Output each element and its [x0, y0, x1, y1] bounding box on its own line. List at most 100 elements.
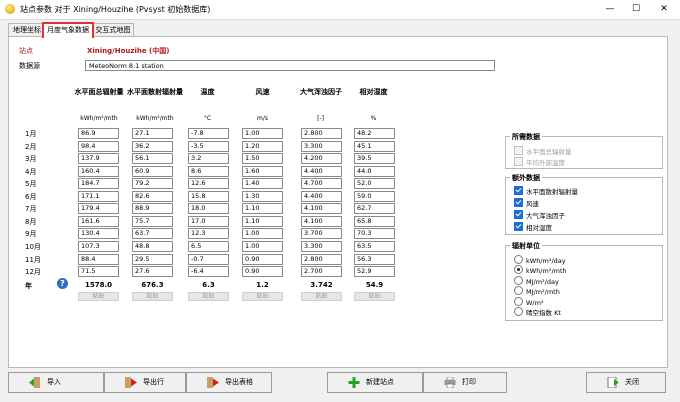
extra-humidity-checkbox[interactable]: 相对湿度	[514, 222, 552, 232]
paste-button[interactable]: 粘贴	[301, 292, 342, 301]
cell-diffuse[interactable]: 29.5	[132, 253, 173, 265]
cell-turbidity[interactable]: 4.100	[301, 215, 342, 227]
tab-interactive-map[interactable]: 交互式地图	[92, 23, 134, 36]
cell-global[interactable]: 98.4	[78, 140, 119, 152]
cell-global[interactable]: 88.4	[78, 253, 119, 265]
cell-humidity[interactable]: 44.0	[354, 165, 395, 177]
cell-humidity[interactable]: 45.1	[354, 140, 395, 152]
export-row-button[interactable]: 导出行	[104, 372, 186, 393]
help-icon[interactable]: ?	[57, 278, 68, 289]
maximize-button[interactable]: ☐	[622, 2, 650, 17]
cell-wind[interactable]: 1.30	[242, 190, 283, 202]
cell-diffuse[interactable]: 79.2	[132, 178, 173, 190]
cell-diffuse[interactable]: 75.7	[132, 215, 173, 227]
cell-diffuse[interactable]: 27.1	[132, 128, 173, 139]
cell-turbidity[interactable]: 2.800	[301, 253, 342, 265]
cell-temp[interactable]: 18.0	[188, 203, 229, 215]
cell-humidity[interactable]: 48.2	[354, 128, 395, 139]
cell-wind[interactable]: 1.10	[242, 203, 283, 215]
unit-option-mj-day[interactable]: MJ/m²/day	[514, 276, 559, 286]
cell-wind[interactable]: 1.50	[242, 153, 283, 165]
cell-wind[interactable]: 1.60	[242, 165, 283, 177]
cell-humidity[interactable]: 52.0	[354, 178, 395, 190]
cell-wind[interactable]: 1.20	[242, 140, 283, 152]
cell-temp[interactable]: 12.6	[188, 178, 229, 190]
cell-turbidity[interactable]: 4.400	[301, 190, 342, 202]
cell-turbidity[interactable]: 2.800	[301, 128, 342, 139]
cell-global[interactable]: 171.1	[78, 190, 119, 202]
cell-global[interactable]: 160.4	[78, 165, 119, 177]
data-source-field[interactable]: MeteoNorm 8.1 station	[85, 60, 495, 71]
cell-global[interactable]: 107.3	[78, 240, 119, 252]
cell-global[interactable]: 130.4	[78, 228, 119, 240]
cell-diffuse[interactable]: 27.6	[132, 266, 173, 278]
cell-temp[interactable]: 12.3	[188, 228, 229, 240]
cell-temp[interactable]: -0.7	[188, 253, 229, 265]
cell-humidity[interactable]: 39.5	[354, 153, 395, 165]
extra-diffuse-checkbox[interactable]: 水平面散射辐射量	[514, 186, 578, 196]
unit-option-kwh-day[interactable]: kWh/m²/day	[514, 255, 566, 265]
cell-humidity[interactable]: 52.9	[354, 266, 395, 278]
extra-turbidity-checkbox[interactable]: 大气浑浊因子	[514, 210, 565, 220]
cell-global[interactable]: 184.7	[78, 178, 119, 190]
cell-turbidity[interactable]: 2.700	[301, 266, 342, 278]
cell-diffuse[interactable]: 48.8	[132, 240, 173, 252]
close-button[interactable]: 关闭	[586, 372, 666, 393]
cell-wind[interactable]: 1.00	[242, 128, 283, 139]
paste-button[interactable]: 粘贴	[188, 292, 229, 301]
cell-temp[interactable]: -3.5	[188, 140, 229, 152]
paste-button[interactable]: 粘贴	[242, 292, 283, 301]
cell-turbidity[interactable]: 3.300	[301, 240, 342, 252]
cell-diffuse[interactable]: 82.6	[132, 190, 173, 202]
cell-diffuse[interactable]: 88.9	[132, 203, 173, 215]
tab-monthly-meteo[interactable]: 月度气象数据	[42, 22, 94, 38]
unit-option-mj-mth[interactable]: MJ/m²/mth	[514, 286, 560, 296]
cell-diffuse[interactable]: 36.2	[132, 140, 173, 152]
paste-button[interactable]: 粘贴	[354, 292, 395, 301]
cell-turbidity[interactable]: 4.100	[301, 203, 342, 215]
cell-global[interactable]: 161.6	[78, 215, 119, 227]
minimize-button[interactable]: —	[596, 2, 624, 17]
paste-button[interactable]: 粘贴	[132, 292, 173, 301]
unit-option-kwh-mth[interactable]: kWh/m²/mth	[514, 265, 567, 275]
cell-diffuse[interactable]: 63.7	[132, 228, 173, 240]
cell-turbidity[interactable]: 3.300	[301, 140, 342, 152]
cell-temp[interactable]: -7.8	[188, 128, 229, 139]
extra-wind-checkbox[interactable]: 风速	[514, 198, 539, 208]
cell-global[interactable]: 71.5	[78, 266, 119, 278]
export-table-button[interactable]: 导出表格	[186, 372, 272, 393]
cell-global[interactable]: 86.9	[78, 128, 119, 139]
cell-turbidity[interactable]: 4.700	[301, 178, 342, 190]
cell-turbidity[interactable]: 4.400	[301, 165, 342, 177]
cell-global[interactable]: 137.9	[78, 153, 119, 165]
cell-wind[interactable]: 1.40	[242, 178, 283, 190]
cell-humidity[interactable]: 62.7	[354, 203, 395, 215]
cell-global[interactable]: 179.4	[78, 203, 119, 215]
cell-turbidity[interactable]: 4.200	[301, 153, 342, 165]
paste-button[interactable]: 粘贴	[78, 292, 119, 301]
unit-option-w-m2[interactable]: W/m²	[514, 297, 544, 307]
cell-humidity[interactable]: 63.5	[354, 240, 395, 252]
cell-wind[interactable]: 1.00	[242, 228, 283, 240]
cell-humidity[interactable]: 65.8	[354, 215, 395, 227]
import-button[interactable]: 导入	[8, 372, 104, 393]
cell-temp[interactable]: 17.0	[188, 215, 229, 227]
cell-turbidity[interactable]: 3.700	[301, 228, 342, 240]
cell-humidity[interactable]: 59.0	[354, 190, 395, 202]
tab-geo-coordinates[interactable]: 地理坐标	[8, 23, 46, 36]
unit-option-kt[interactable]: 晴空指数 Kt	[514, 307, 561, 317]
print-button[interactable]: 打印	[423, 372, 507, 393]
cell-humidity[interactable]: 70.3	[354, 228, 395, 240]
cell-wind[interactable]: 0.90	[242, 253, 283, 265]
close-window-button[interactable]: ✕	[650, 2, 678, 17]
cell-diffuse[interactable]: 56.1	[132, 153, 173, 165]
cell-humidity[interactable]: 56.3	[354, 253, 395, 265]
cell-temp[interactable]: 6.5	[188, 240, 229, 252]
cell-temp[interactable]: -6.4	[188, 266, 229, 278]
cell-temp[interactable]: 15.8	[188, 190, 229, 202]
cell-wind[interactable]: 1.00	[242, 240, 283, 252]
cell-temp[interactable]: 3.2	[188, 153, 229, 165]
cell-temp[interactable]: 8.6	[188, 165, 229, 177]
cell-diffuse[interactable]: 60.9	[132, 165, 173, 177]
new-station-button[interactable]: 新建站点	[327, 372, 423, 393]
